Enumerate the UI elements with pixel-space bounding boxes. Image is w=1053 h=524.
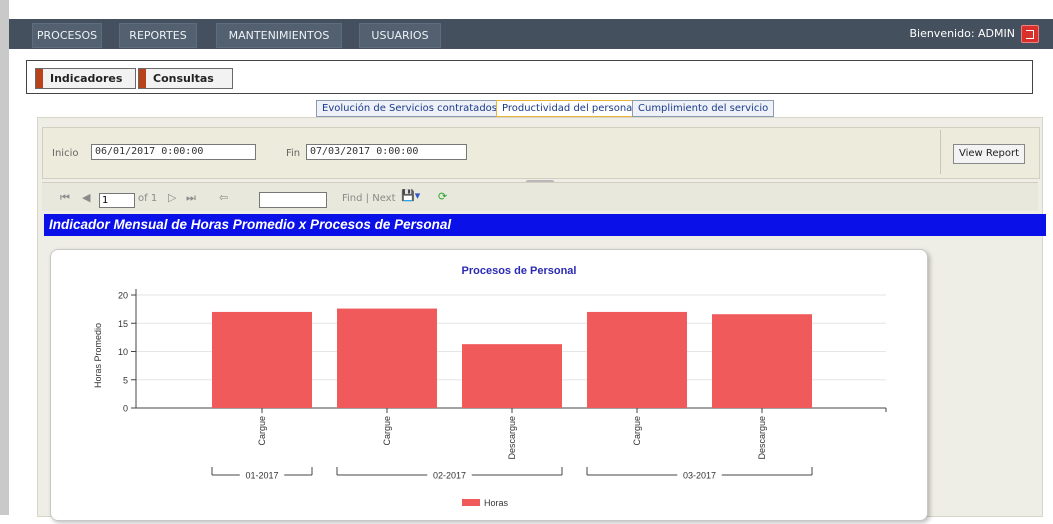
x-tick-label: Cargue <box>257 416 267 446</box>
inicio-label: Inicio <box>52 148 79 159</box>
nav-usuarios[interactable]: USUARIOS <box>359 23 441 48</box>
legend-label: Horas <box>484 498 509 508</box>
main-nav: PROCESOS REPORTES MANTENIMIENTOS USUARIO… <box>9 19 1053 49</box>
tab-indicadores-label: Indicadores <box>50 72 123 85</box>
y-tick-label: 20 <box>118 291 128 301</box>
subtab-evolucion[interactable]: Evolución de Servicios contratados <box>316 100 503 117</box>
fin-input[interactable]: 07/03/2017 0:00:00 <box>306 144 467 160</box>
find-next-links[interactable]: Find | Next <box>342 193 396 204</box>
y-tick-label: 15 <box>118 319 128 329</box>
nav-mantenimientos[interactable]: MANTENIMIENTOS <box>216 23 342 48</box>
y-tick-label: 0 <box>123 404 128 414</box>
tab-marker <box>139 69 146 88</box>
export-icon[interactable]: 💾▾ <box>401 189 420 202</box>
legend-swatch <box>462 499 480 506</box>
next-page-icon[interactable]: ▷ <box>168 191 176 204</box>
bar <box>462 344 562 408</box>
bar <box>587 311 687 408</box>
y-axis-label: Horas Promedio <box>93 323 103 388</box>
group-label: 01-2017 <box>245 471 278 481</box>
x-tick-label: Cargue <box>632 416 642 446</box>
last-page-icon[interactable]: ⏭ <box>186 191 196 205</box>
tab-indicadores[interactable]: Indicadores <box>35 68 136 89</box>
x-tick-label: Descargue <box>507 416 517 460</box>
page-count: of 1 <box>138 193 158 204</box>
subtab-productividad[interactable]: Productividad del personal <box>496 100 642 117</box>
chart-card: Procesos de Personal 0 5 10 15 20 Horas Promed… <box>50 249 928 521</box>
params-separator <box>940 130 941 174</box>
view-report-button[interactable]: View Report <box>953 144 1025 164</box>
page-number-input[interactable]: 1 <box>99 193 135 208</box>
main-tabs-container: Indicadores Consultas <box>26 60 1033 94</box>
y-tick-label: 5 <box>123 375 128 385</box>
tab-consultas[interactable]: Consultas <box>138 68 233 89</box>
subtab-cumplimiento[interactable]: Cumplimiento del servicio <box>632 100 775 117</box>
find-input[interactable] <box>259 192 327 208</box>
y-tick-label: 10 <box>118 347 128 357</box>
group-label: 03-2017 <box>683 471 716 481</box>
logout-icon[interactable] <box>1021 25 1039 43</box>
refresh-icon[interactable]: ⟳ <box>438 190 447 203</box>
back-icon[interactable]: ⇦ <box>219 191 228 204</box>
inicio-input[interactable]: 06/01/2017 0:00:00 <box>91 144 256 160</box>
tab-consultas-label: Consultas <box>153 72 214 85</box>
fin-label: Fin <box>286 148 301 159</box>
group-label: 02-2017 <box>433 471 466 481</box>
report-title: Indicador Mensual de Horas Promedio x Pr… <box>44 214 1046 236</box>
nav-procesos[interactable]: PROCESOS <box>32 23 102 48</box>
welcome-text: Bienvenido: ADMIN <box>909 27 1015 40</box>
x-tick-label: Descargue <box>757 416 767 460</box>
nav-reportes[interactable]: REPORTES <box>119 23 197 48</box>
bar <box>337 308 437 408</box>
chart-title: Procesos de Personal <box>462 265 577 277</box>
bar <box>212 311 312 408</box>
previous-page-icon[interactable]: ◀ <box>82 191 90 204</box>
bar-chart: Procesos de Personal 0 5 10 15 20 Horas Promed… <box>93 265 887 508</box>
tab-marker <box>36 69 43 88</box>
first-page-icon[interactable]: ⏮ <box>60 191 70 205</box>
bar <box>712 314 812 408</box>
left-frame-strip <box>0 0 9 515</box>
x-tick-label: Cargue <box>382 416 392 446</box>
